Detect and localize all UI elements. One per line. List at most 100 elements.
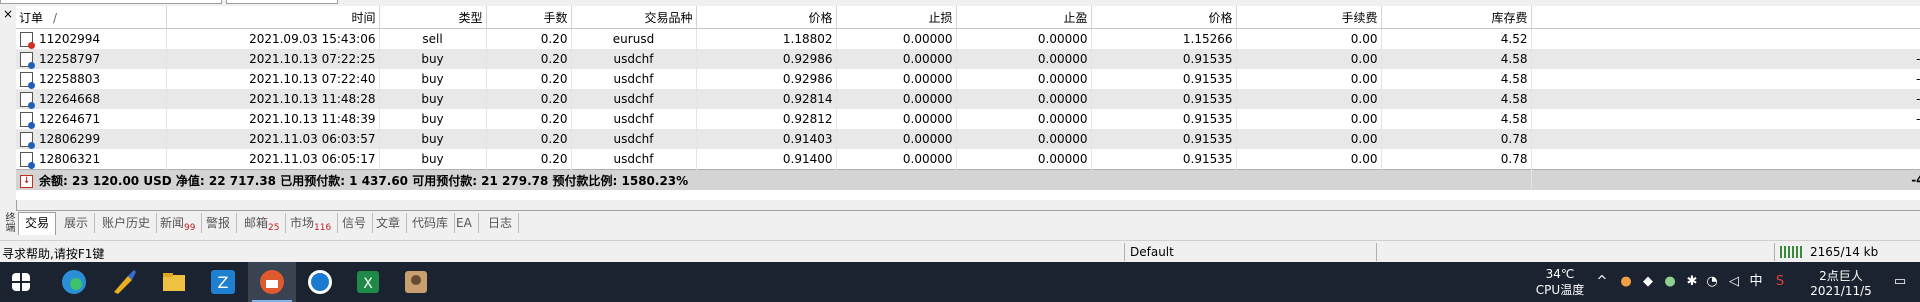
z-app-icon[interactable]: Z <box>209 268 237 296</box>
tab-0[interactable]: 交易 <box>18 212 57 235</box>
tab-2[interactable]: 账户历史 <box>96 213 158 233</box>
table-row[interactable]: 12258803 2021.10.13 07:22:40 buy 0.20 usdchf… <box>16 69 1920 89</box>
column-header-commission[interactable]: 手续费 <box>1236 6 1382 29</box>
blue-s-app-icon[interactable] <box>306 268 334 296</box>
time-cell: 2021.10.13 07:22:40 <box>166 69 380 89</box>
swap-cell: 4.58 <box>1381 109 1532 129</box>
status-help-text: 寻求帮助,请按F1键 <box>2 247 105 261</box>
account-summary-text: 余额: 23 120.00 USD 净值: 22 717.38 已用预付款: 1… <box>39 173 689 188</box>
sl-cell: 0.00000 <box>836 49 957 69</box>
column-header-lots[interactable]: 手数 <box>486 6 572 29</box>
order-cell: 12806321 <box>16 149 167 170</box>
column-header-time[interactable]: 时间 <box>166 6 380 29</box>
chevron-up-icon[interactable]: ^ <box>1594 274 1610 290</box>
status-bar: 寻求帮助,请按F1键 Default 2165/14 kb <box>0 240 1920 263</box>
qq-icon[interactable]: ◆ <box>1640 274 1656 290</box>
tab-8[interactable]: 文章 <box>370 213 408 233</box>
type-cell: buy <box>379 89 487 109</box>
metatrader-icon[interactable] <box>258 268 286 296</box>
table-header-row: 订单 / 时间 类型 手数 交易品种 价格 止损 止盈 价格 手续费 库存费 获利 <box>16 6 1920 29</box>
table-row[interactable]: 12806299 2021.11.03 06:03:57 buy 0.20 usdchf… <box>16 129 1920 149</box>
wifi-icon[interactable]: ◔ <box>1704 274 1720 290</box>
column-header-swap[interactable]: 库存费 <box>1381 6 1532 29</box>
notification-icon[interactable]: ▭ <box>1892 274 1908 290</box>
tp-cell: 0.00000 <box>956 69 1092 89</box>
tray-app-icon[interactable]: ● <box>1618 274 1634 290</box>
column-header-profit[interactable]: 获利 <box>1531 6 1920 29</box>
type-cell: buy <box>379 49 487 69</box>
edge-browser-icon[interactable] <box>60 268 88 296</box>
lots-cell: 0.20 <box>486 69 572 89</box>
terminal-side-tab[interactable]: × 终端 <box>0 6 17 236</box>
column-header-sl[interactable]: 止损 <box>836 6 957 29</box>
status-profile[interactable]: Default <box>1130 245 1174 259</box>
lots-cell: 0.20 <box>486 149 572 170</box>
photo-app-icon[interactable] <box>402 268 430 296</box>
file-explorer-icon[interactable] <box>160 268 188 296</box>
time-cell: 2021.11.03 06:03:57 <box>166 129 380 149</box>
order-header-label: 订单 <box>19 10 44 25</box>
order-number: 12258803 <box>39 71 101 86</box>
buy-order-icon <box>20 131 35 149</box>
tab-5[interactable]: 邮箱25 <box>238 213 287 233</box>
tp-cell: 0.00000 <box>956 28 1092 49</box>
cur-price-cell: 0.91535 <box>1091 89 1237 109</box>
order-number: 12264671 <box>39 111 101 126</box>
table-row[interactable]: 12264668 2021.10.13 11:48:28 buy 0.20 usdchf… <box>16 89 1920 109</box>
lots-cell: 0.20 <box>486 28 572 49</box>
cur-price-cell: 0.91535 <box>1091 129 1237 149</box>
trade-grid: 订单 / 时间 类型 手数 交易品种 价格 止损 止盈 价格 手续费 库存费 获利… <box>16 6 1920 200</box>
tab-10[interactable]: EA <box>450 213 479 233</box>
tab-11[interactable]: 日志 <box>482 213 520 233</box>
close-icon[interactable]: × <box>2 8 14 20</box>
symbol-cell: usdchf <box>571 69 697 89</box>
symbol-cell: usdchf <box>571 109 697 129</box>
column-header-order[interactable]: 订单 / <box>16 6 167 29</box>
tab-9[interactable]: 代码库 <box>406 213 456 233</box>
column-header-symbol[interactable]: 交易品种 <box>571 6 697 29</box>
table-row[interactable]: 12264671 2021.10.13 11:48:39 buy 0.20 usdchf… <box>16 109 1920 129</box>
table-row[interactable]: 12258797 2021.10.13 07:22:25 buy 0.20 usdchf… <box>16 49 1920 69</box>
symbol-cell: usdchf <box>571 89 697 109</box>
tab-4[interactable]: 警报 <box>200 213 238 233</box>
order-number: 12806321 <box>39 151 101 166</box>
cpu-temp-widget[interactable]: 34℃ CPU温度 <box>1530 262 1590 302</box>
tab-1[interactable]: 展示 <box>58 213 96 233</box>
bluetooth-icon[interactable]: ✱ <box>1684 274 1700 290</box>
excel-icon[interactable]: X <box>354 268 382 296</box>
sogou-icon[interactable]: S <box>1772 274 1788 290</box>
column-header-price[interactable]: 价格 <box>696 6 837 29</box>
order-cell: 12806299 <box>16 129 167 149</box>
paint-brush-icon[interactable] <box>110 268 138 296</box>
order-number: 12258797 <box>39 51 101 66</box>
clock[interactable]: 2点巨人 2021/11/5 <box>1796 262 1886 302</box>
symbol-cell: usdchf <box>571 129 697 149</box>
tab-label: 展示 <box>64 216 89 230</box>
commission-cell: 0.00 <box>1236 109 1382 129</box>
account-summary-row[interactable]: ↓ 余额: 23 120.00 USD 净值: 22 717.38 已用预付款: … <box>16 169 1920 190</box>
price-cell: 0.91400 <box>696 149 837 170</box>
column-header-type[interactable]: 类型 <box>379 6 487 29</box>
top-edge-segment <box>0 0 222 4</box>
cur-price-cell: 1.15266 <box>1091 28 1237 49</box>
terminal-side-label: 终端 <box>3 212 14 232</box>
profit-cell: -317.04 <box>1531 49 1920 69</box>
tab-7[interactable]: 信号 <box>336 213 374 233</box>
wechat-icon[interactable]: ● <box>1662 274 1678 290</box>
sl-cell: 0.00000 <box>836 89 957 109</box>
column-header-cur-price[interactable]: 价格 <box>1091 6 1237 29</box>
price-cell: 0.92814 <box>696 89 837 109</box>
volume-icon[interactable]: ◁ <box>1726 274 1742 290</box>
column-header-tp[interactable]: 止盈 <box>956 6 1092 29</box>
ime-indicator[interactable]: 中 <box>1748 274 1764 290</box>
lots-cell: 0.20 <box>486 89 572 109</box>
table-row[interactable]: 12806321 2021.11.03 06:05:17 buy 0.20 usdchf… <box>16 149 1920 170</box>
windows-start-icon[interactable] <box>12 273 30 291</box>
lots-cell: 0.20 <box>486 49 572 69</box>
table-row[interactable]: 11202994 2021.09.03 15:43:06 sell 0.20 eurus… <box>16 28 1920 49</box>
tab-6[interactable]: 市场116 <box>284 213 339 233</box>
tab-3[interactable]: 新闻99 <box>154 213 203 233</box>
profit-cell: -279.46 <box>1531 89 1920 109</box>
commission-cell: 0.00 <box>1236 69 1382 89</box>
swap-cell: 4.58 <box>1381 49 1532 69</box>
